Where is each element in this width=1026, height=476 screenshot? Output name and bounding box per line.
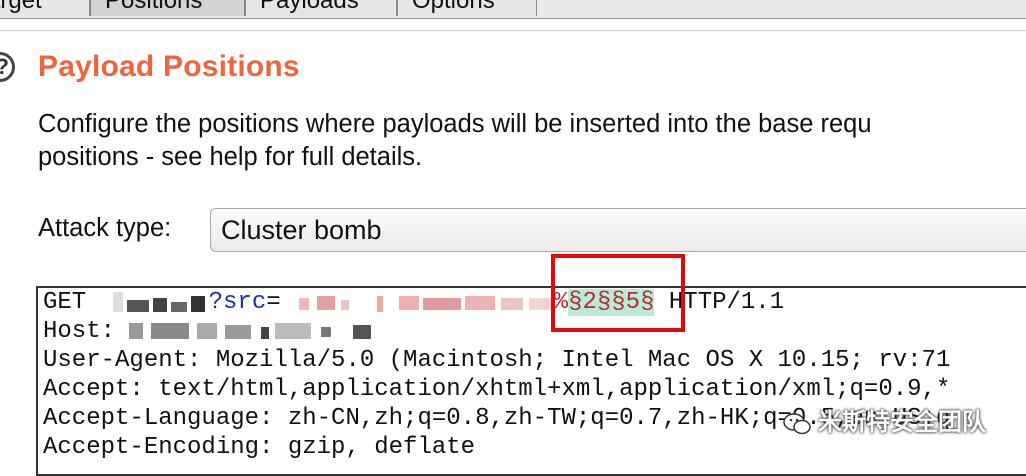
description-line-1: Configure the positions where payloads w… [38,110,872,138]
watermark: 米斯特安全团队 [782,402,986,442]
page-title: Payload Positions [38,50,300,83]
request-user-agent-line: User-Agent: Mozilla/5.0 (Macintosh; Inte… [43,347,951,374]
request-accept-encoding-line: Accept-Encoding: gzip, deflate [43,434,476,461]
attack-type-label: Attack type: [38,214,172,242]
tab-options[interactable]: Options [397,0,537,16]
request-host-line: Host: [43,317,379,346]
redacted-value [281,292,554,312]
tab-positions[interactable]: Positions [90,0,245,16]
attack-type-select[interactable]: Cluster bomb [210,208,1026,252]
tab-strip: Target Positions Payloads Options [0,0,1026,19]
tab-payloads[interactable]: Payloads [245,0,397,16]
wechat-icon [783,412,811,434]
tab-target[interactable]: Target [0,0,90,16]
description-line-2: positions - see help for full details. [38,143,423,171]
highlight-annotation-box [551,254,685,332]
panel-divider [0,30,1026,31]
panel-description: Configure the positions where payloads w… [38,108,1026,174]
request-accept-line: Accept: text/html,application/xhtml+xml,… [43,376,951,403]
redacted-path [101,291,209,312]
help-question-icon[interactable]: ? [0,52,15,82]
redacted-host [129,321,379,341]
request-editor[interactable]: GET ?src= %§2§§5§ HTTP/1.1 Host: User-Age… [36,286,1026,476]
